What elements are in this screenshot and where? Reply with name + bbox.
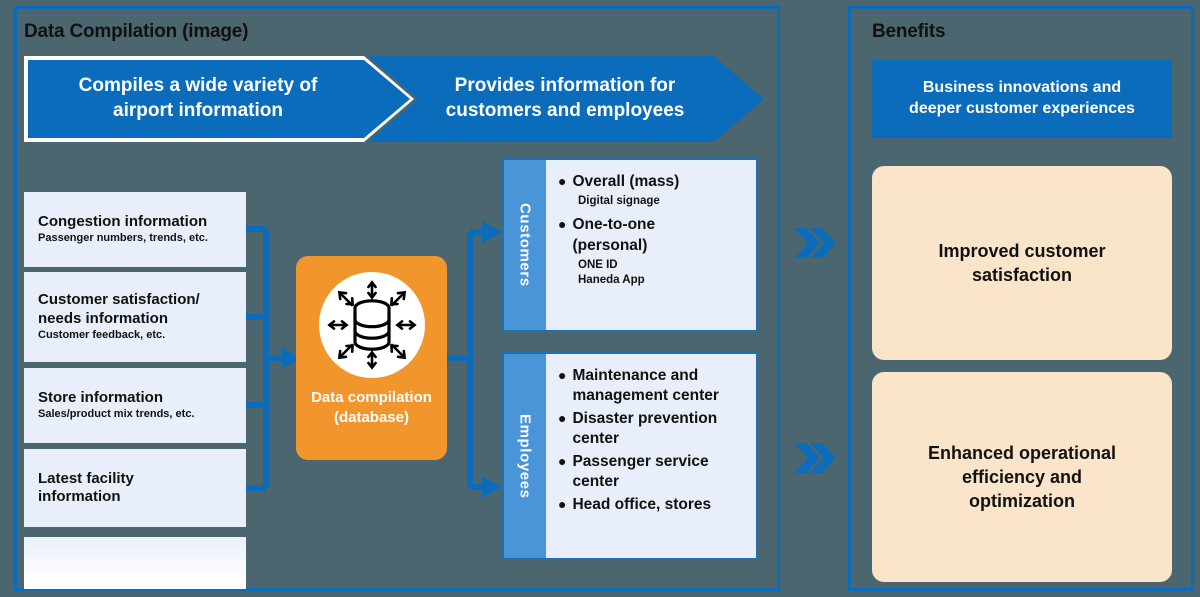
list-item: ● Maintenance and management center [558,366,746,407]
benefit-line1: Improved customer [938,240,1106,261]
list-item-main: Passenger service center [572,452,709,491]
list-item-main: Overall (mass) [572,173,680,190]
benefit-line2: satisfaction [971,265,1072,285]
list-item: ● Head office, stores [558,495,746,515]
list-item: ● Overall (mass) [558,172,746,192]
source-title-line1: Customer satisfaction/ [38,291,200,309]
banner-2-line1: Provides information for [454,75,676,97]
benefit-card-operational-efficiency[interactable]: Enhanced operational efficiency and opti… [872,372,1172,582]
bullet-icon: ● [558,495,567,512]
list-item: ● Disaster prevention center [558,409,746,450]
list-item: ● Passenger service center [558,452,746,493]
panel-title-right: Benefits [872,21,946,42]
audience-body-employees: ● Maintenance and management center ● Di… [546,354,756,558]
list-item-main: Head office, stores [572,495,712,513]
source-box-store[interactable]: Store information Sales/product mix tren… [24,368,246,443]
list-item-sub: Digital signage [578,195,660,208]
audience-tab-label: Employees [516,413,534,499]
benefits-header-line1: Business innovations and [922,79,1122,97]
source-box-congestion[interactable]: Congestion information Passenger numbers… [24,192,246,267]
list-item-main: Maintenance and management center [572,367,719,405]
source-subtitle: Passenger numbers, trends, etc. [38,232,208,245]
hub-label-line2: (database) [333,408,409,426]
source-title: Store information [38,388,164,406]
benefit-line1: Enhanced operational [927,442,1117,463]
banner-2-line2: customers and employees [445,100,685,121]
data-compilation-label: Data compilation (database) [311,388,432,427]
audience-box-customers[interactable]: Customers ● Overall (mass) Digital signa… [502,158,758,332]
database-cylinder-icon [326,280,417,370]
list-item-main: Disaster prevention center [572,409,718,448]
benefit-card-improved-satisfaction[interactable]: Improved customer satisfaction [872,166,1172,360]
list-item-sub-line1: ONE ID [578,259,618,272]
double-chevron-right-icon-top [792,226,836,260]
banner-1-label: Compiles a wide variety of airport infor… [28,60,368,138]
bullet-icon: ● [558,173,567,189]
audience-tab-employees: Employees [504,354,546,558]
benefit-line3: optimization [968,491,1075,512]
audience-tab-customers: Customers [504,160,546,330]
source-box-customer-satisfaction[interactable]: Customer satisfaction/ needs information… [24,272,246,362]
source-box-empty [24,537,246,589]
database-icon-wrap [318,272,425,378]
hub-label-line1: Data compilation [311,389,432,406]
audience-tab-label: Customers [516,203,534,287]
benefits-header-line2: deeper customer experiences [909,100,1135,117]
bullet-icon: ● [558,216,567,233]
audience-box-employees[interactable]: Employees ● Maintenance and management c… [502,352,758,560]
source-subtitle: Customer feedback, etc. [38,328,166,341]
double-chevron-right-icon-bottom [792,441,836,475]
source-title-line2: needs information [38,309,169,327]
benefit-line2: efficiency and [961,466,1083,487]
banner-1-line2: airport information [113,100,283,121]
list-item-main-line1: One-to-one [572,216,656,234]
list-item-sub-line2: Haneda App [578,274,645,287]
source-title: Congestion information [38,212,208,230]
bullet-icon: ● [558,367,567,383]
chevron-banner-group: Compiles a wide variety of airport infor… [24,56,764,142]
source-title-line2: information [38,488,121,505]
list-item: ● One-to-one (personal) [558,215,746,256]
list-item-main-line2: (personal) [572,236,648,254]
bullet-icon: ● [558,409,567,426]
banner-1-line1: Compiles a wide variety of [78,75,318,97]
source-subtitle: Sales/product mix trends, etc. [38,408,195,421]
bullet-icon: ● [558,452,567,469]
data-compilation-node[interactable]: Data compilation (database) [296,256,447,460]
banner-2-label: Provides information for customers and e… [368,56,718,142]
audience-body-customers: ● Overall (mass) Digital signage ● One-t… [546,160,756,330]
source-title-line1: Latest facility [38,469,134,487]
panel-title-left: Data Compilation (image) [24,21,249,42]
source-box-latest-facility[interactable]: Latest facility information [24,449,246,527]
diagram-canvas: Data Compilation (image) Benefits Compil… [0,0,1200,597]
benefits-header-banner: Business innovations and deeper customer… [872,60,1172,138]
